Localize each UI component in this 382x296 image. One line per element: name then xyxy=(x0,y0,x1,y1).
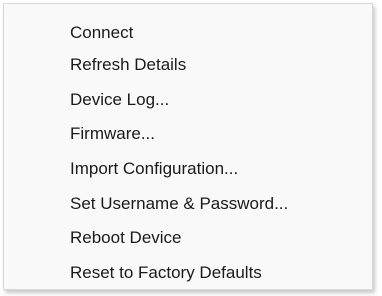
menu-item-firmware[interactable]: Firmware... xyxy=(4,118,372,149)
menu-item-set-username-password[interactable]: Set Username & Password... xyxy=(4,188,372,219)
menu-item-label: Connect xyxy=(70,23,134,42)
menu-item-label: Refresh Details xyxy=(70,55,187,74)
menu-item-label: Reset to Factory Defaults xyxy=(70,263,262,282)
menu-item-device-log[interactable]: Device Log... xyxy=(4,84,372,115)
menu-item-import-configuration[interactable]: Import Configuration... xyxy=(4,153,372,184)
menu-item-label: Device Log... xyxy=(70,90,170,109)
menu-item-label: Set Username & Password... xyxy=(70,194,289,213)
menu-item-label: Import Configuration... xyxy=(70,159,239,178)
menu-item-refresh-details[interactable]: Refresh Details xyxy=(4,49,372,80)
context-menu: Connect Refresh Details Device Log... Fi… xyxy=(3,3,373,290)
menu-item-reset-factory-defaults[interactable]: Reset to Factory Defaults xyxy=(4,257,372,288)
menu-item-label: Reboot Device xyxy=(70,228,182,247)
menu-item-label: Firmware... xyxy=(70,124,155,143)
menu-item-connect[interactable]: Connect xyxy=(4,17,372,48)
menu-item-reboot-device[interactable]: Reboot Device xyxy=(4,222,372,253)
